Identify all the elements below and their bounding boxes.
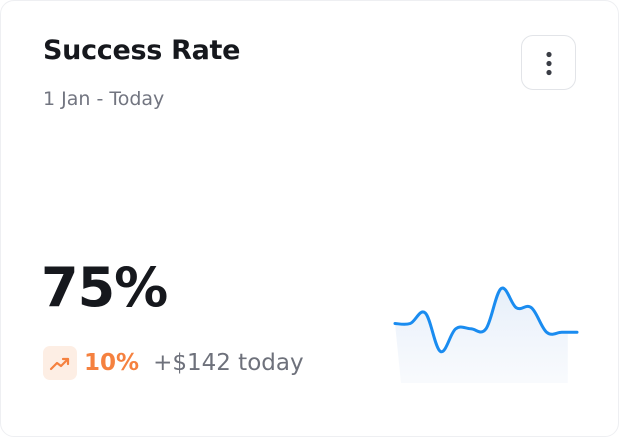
trend-percent: 10% xyxy=(84,349,140,376)
success-rate-card: Success Rate 1 Jan - Today 75% 10% +$142… xyxy=(0,0,619,437)
trending-up-icon xyxy=(49,357,70,370)
metric-value: 75% xyxy=(41,256,168,319)
trend-badge xyxy=(43,345,77,380)
trend-note: +$142 today xyxy=(153,349,304,376)
trend-row: 10% +$142 today xyxy=(43,345,304,380)
vertical-ellipsis-icon xyxy=(546,51,552,76)
card-title: Success Rate xyxy=(43,35,241,66)
sparkline-area xyxy=(395,288,577,383)
more-options-button[interactable] xyxy=(521,35,576,90)
sparkline-chart xyxy=(393,286,579,383)
date-range: 1 Jan - Today xyxy=(43,88,165,110)
